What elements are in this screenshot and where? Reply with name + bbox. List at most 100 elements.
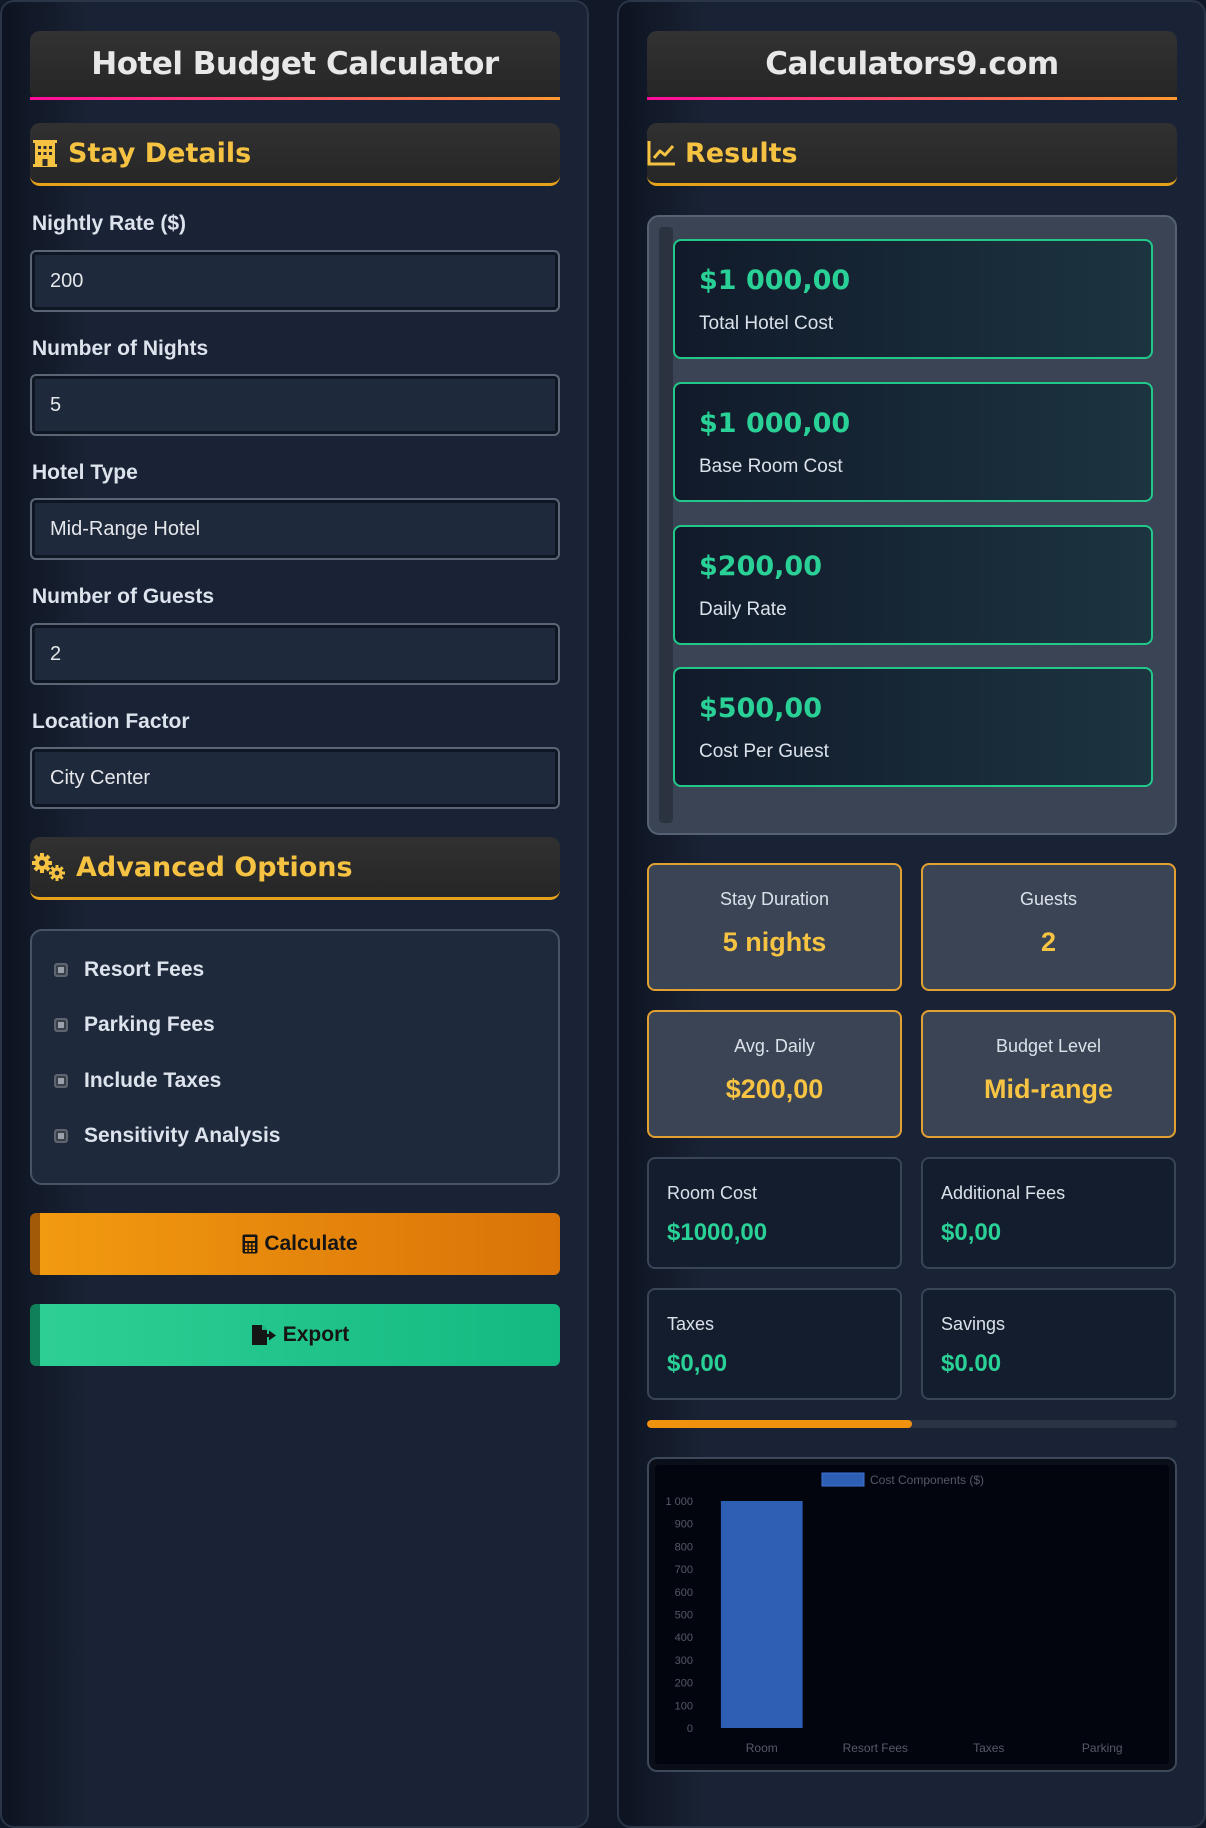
site-title: Calculators9.com — [647, 31, 1177, 100]
resort-fees-label: Resort Fees — [84, 958, 205, 981]
number-of-guests-input[interactable]: 2 — [30, 623, 560, 685]
results-summary: $1 000,00 Total Hotel Cost $1 000,00 Bas… — [647, 215, 1177, 835]
export-button[interactable]: Export — [30, 1304, 560, 1366]
bar-room — [720, 1501, 803, 1728]
cost-components-chart: Cost Components ($) 0 100 200 300 400 500 600 70… — [647, 1457, 1177, 1772]
calculator-title: Hotel Budget Calculator — [30, 31, 560, 100]
avg-daily-value: $200,00 — [725, 1074, 824, 1104]
gears-icon — [30, 852, 68, 882]
sensitivity-analysis-label: Sensitivity Analysis — [84, 1124, 281, 1147]
stay-duration-value: 5 nights — [722, 927, 827, 957]
taxes-value: $0,00 — [667, 1350, 728, 1377]
results-title: Results — [685, 137, 798, 169]
avg-daily-stat: Avg. Daily $200,00 — [647, 1010, 902, 1138]
sensitivity-analysis-option[interactable]: Sensitivity Analysis — [54, 1124, 280, 1148]
y-tick-label: 700 — [675, 1564, 693, 1576]
room-cost-label: Room Cost — [667, 1183, 758, 1203]
y-tick-label: 600 — [675, 1587, 693, 1599]
stay-details-header: Stay Details — [30, 123, 560, 186]
include-taxes-label: Include Taxes — [84, 1069, 222, 1092]
y-tick-label: 200 — [675, 1678, 693, 1690]
resort-fees-option[interactable]: Resort Fees — [54, 958, 204, 982]
room-cost-card: Room Cost $1000,00 — [647, 1157, 902, 1269]
base-room-cost-label: Base Room Cost — [699, 456, 843, 477]
avg-daily-label: Avg. Daily — [734, 1036, 815, 1056]
base-room-cost-value: $1 000,00 — [699, 408, 851, 439]
results-panel: Calculators9.com Results $1 000,00 Total… — [617, 0, 1206, 1828]
calculator-icon — [242, 1234, 258, 1254]
x-tick-label: Resort Fees — [843, 1741, 908, 1755]
total-hotel-cost-value: $1 000,00 — [699, 265, 851, 296]
y-tick-label: 300 — [675, 1655, 693, 1667]
budget-progress-bar — [647, 1420, 1177, 1428]
guests-stat: Guests 2 — [921, 863, 1176, 991]
parking-fees-label: Parking Fees — [84, 1013, 215, 1036]
advanced-options-list: Resort Fees Parking Fees Include Taxes S… — [30, 929, 560, 1185]
daily-rate-label: Daily Rate — [699, 599, 787, 620]
x-tick-label: Parking — [1082, 1741, 1123, 1755]
stay-details-title: Stay Details — [68, 137, 252, 169]
number-of-nights-input[interactable]: 5 — [30, 374, 560, 436]
additional-fees-value: $0,00 — [941, 1219, 1002, 1246]
y-tick-label: 1 000 — [665, 1496, 693, 1508]
stay-duration-stat: Stay Duration 5 nights — [647, 863, 902, 991]
y-tick-label: 500 — [675, 1610, 693, 1622]
results-header: Results — [647, 123, 1177, 186]
room-cost-value: $1000,00 — [667, 1219, 768, 1246]
y-tick-label: 800 — [675, 1541, 693, 1553]
guests-value: 2 — [1040, 927, 1057, 957]
guests-label: Guests — [1019, 889, 1078, 909]
additional-fees-card: Additional Fees $0,00 — [921, 1157, 1176, 1269]
hotel-type-select[interactable]: Mid-Range Hotel — [30, 498, 560, 560]
x-tick-label: Room — [746, 1741, 778, 1755]
parking-fees-checkbox[interactable] — [54, 1018, 68, 1032]
savings-value: $0.00 — [941, 1350, 1002, 1377]
x-tick-label: Taxes — [973, 1741, 1004, 1755]
budget-level-value: Mid-range — [983, 1074, 1113, 1104]
calculate-button[interactable]: Calculate — [30, 1213, 560, 1275]
number-of-guests-label: Number of Guests — [32, 585, 215, 608]
include-taxes-checkbox[interactable] — [54, 1074, 68, 1088]
export-label: Export — [282, 1323, 350, 1346]
cost-per-guest-value: $500,00 — [699, 693, 822, 724]
savings-label: Savings — [941, 1314, 1006, 1334]
legend-label: Cost Components ($) — [870, 1473, 984, 1487]
budget-level-stat: Budget Level Mid-range — [921, 1010, 1176, 1138]
advanced-options-title: Advanced Options — [76, 851, 353, 883]
daily-rate-value: $200,00 — [699, 551, 822, 582]
budget-level-label: Budget Level — [995, 1036, 1102, 1056]
y-tick-label: 100 — [675, 1700, 693, 1712]
total-hotel-cost-card: $1 000,00 Total Hotel Cost — [673, 239, 1153, 359]
taxes-card: Taxes $0,00 — [647, 1288, 902, 1400]
sensitivity-analysis-checkbox[interactable] — [54, 1129, 68, 1143]
stay-duration-label: Stay Duration — [719, 889, 830, 909]
include-taxes-option[interactable]: Include Taxes — [54, 1069, 221, 1093]
additional-fees-label: Additional Fees — [941, 1183, 1066, 1203]
hotel-type-label: Hotel Type — [32, 461, 138, 484]
y-tick-label: 0 — [687, 1723, 693, 1735]
parking-fees-option[interactable]: Parking Fees — [54, 1013, 215, 1037]
budget-progress-fill — [647, 1420, 912, 1428]
y-tick-label: 900 — [675, 1519, 693, 1531]
resort-fees-checkbox[interactable] — [54, 963, 68, 977]
total-hotel-cost-label: Total Hotel Cost — [699, 313, 834, 334]
daily-rate-card: $200,00 Daily Rate — [673, 525, 1153, 645]
nightly-rate-input[interactable]: 200 — [30, 250, 560, 312]
advanced-options-header: Advanced Options — [30, 837, 560, 900]
location-factor-label: Location Factor — [32, 710, 190, 733]
nightly-rate-label: Nightly Rate ($) — [32, 212, 187, 235]
chart-line-icon — [647, 139, 677, 167]
cost-components-bar-chart: Cost Components ($) 0 100 200 300 400 500 600 70… — [655, 1465, 1169, 1764]
number-of-nights-label: Number of Nights — [32, 337, 209, 360]
taxes-label: Taxes — [667, 1314, 715, 1334]
y-tick-label: 400 — [675, 1632, 693, 1644]
file-export-icon — [251, 1324, 277, 1346]
savings-card: Savings $0.00 — [921, 1288, 1176, 1400]
calculate-label: Calculate — [264, 1232, 358, 1255]
location-factor-select[interactable]: City Center — [30, 747, 560, 809]
base-room-cost-card: $1 000,00 Base Room Cost — [673, 382, 1153, 502]
cost-per-guest-card: $500,00 Cost Per Guest — [673, 667, 1153, 787]
legend-swatch — [821, 1472, 865, 1487]
calculator-panel: Hotel Budget Calculator Stay Details Nig… — [0, 0, 589, 1828]
cost-per-guest-label: Cost Per Guest — [699, 741, 829, 762]
